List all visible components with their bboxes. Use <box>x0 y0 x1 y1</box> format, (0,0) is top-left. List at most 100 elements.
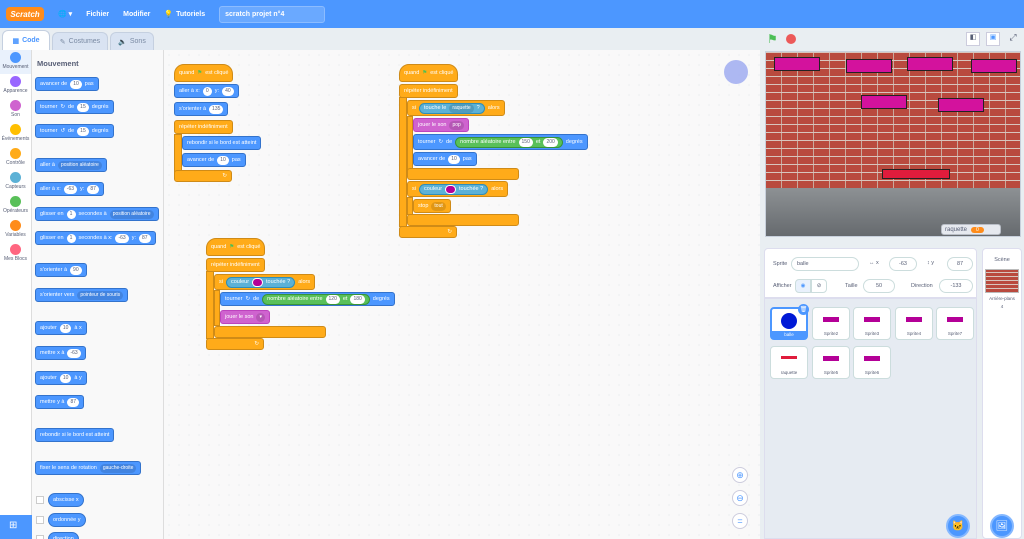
block-play-sound[interactable]: jouer le son pop <box>413 118 469 132</box>
sound-dropdown[interactable]: ▾ <box>256 312 265 322</box>
sprite-tile-sprite3[interactable]: Sprite3 <box>853 307 891 340</box>
category-control[interactable]: Contrôle <box>0 146 31 170</box>
project-title-input[interactable]: scratch projet n°4 <box>219 5 326 23</box>
sprite-brick[interactable] <box>971 59 1017 73</box>
sprite-brick[interactable] <box>907 57 953 71</box>
category-events[interactable]: Événements <box>0 122 31 146</box>
y-input[interactable]: 87 <box>947 257 973 271</box>
direction-input[interactable]: -133 <box>939 279 973 293</box>
globe-icon[interactable]: 🌐 ▾ <box>58 10 72 18</box>
block-forever[interactable]: répéter indéfiniment <box>399 84 458 98</box>
category-looks[interactable]: Apparence <box>0 74 31 98</box>
block-input[interactable]: 40 <box>222 86 234 96</box>
block-if[interactable]: si touche le raquette? alors <box>407 100 505 116</box>
block-input[interactable]: 135 <box>209 104 224 114</box>
delete-icon[interactable]: 🗑 <box>798 304 809 315</box>
block-if[interactable]: si couleur touchée ? alors <box>214 274 316 290</box>
zoom-reset-button[interactable]: = <box>732 513 748 529</box>
block-point-direction[interactable]: s'orienter à 90 <box>35 263 87 277</box>
block-input[interactable]: -63 <box>67 348 81 358</box>
menu-edit[interactable]: Modifier <box>123 11 150 18</box>
block-input[interactable]: 10 <box>217 155 229 165</box>
block-input[interactable]: 15 <box>77 126 89 136</box>
sprite-tile-sprite4[interactable]: Sprite4 <box>895 307 933 340</box>
block-input[interactable]: 90 <box>70 265 82 275</box>
block-if[interactable]: si couleur touchée ? alors <box>407 181 509 197</box>
sprite-tile-sprite7[interactable]: Sprite7 <box>936 307 974 340</box>
block-touching-color[interactable]: couleur touchée ? <box>225 276 296 288</box>
stage-canvas[interactable] <box>765 51 1021 237</box>
stage-panel[interactable]: Scène Arrière-plans 4 <box>982 248 1022 539</box>
small-stage-button[interactable]: ◧ <box>966 32 980 46</box>
category-variables[interactable]: Variables <box>0 218 31 242</box>
block-direction[interactable]: direction <box>48 532 79 539</box>
block-move-steps[interactable]: avancer de 10 pas <box>35 77 99 91</box>
zoom-in-button[interactable]: ⊕ <box>732 467 748 483</box>
size-input[interactable]: 50 <box>863 279 895 293</box>
add-sprite-button[interactable]: 🐱 <box>946 514 970 538</box>
block-go-to[interactable]: aller à position aléatoire <box>35 158 107 172</box>
block-change-x[interactable]: ajouter 10 à x <box>35 321 87 335</box>
block-input[interactable]: 10 <box>70 79 82 89</box>
block-touching-color[interactable]: couleur touchée ? <box>418 183 489 195</box>
stop-button[interactable] <box>785 34 796 44</box>
category-myblocks[interactable]: Mes Blocs <box>0 242 31 266</box>
sprite-tile-sprite2[interactable]: Sprite2 <box>812 307 850 340</box>
block-input[interactable]: 1 <box>66 233 76 243</box>
block-forever[interactable]: répéter indéfiniment <box>174 120 233 134</box>
block-dropdown[interactable]: pointeur de souris <box>77 290 124 300</box>
block-glide-to[interactable]: glisser en 1 secondes à position aléatoire <box>35 207 159 221</box>
script-area[interactable]: quand ⚑ est cliqué aller à x: 0 y: 40 s'orien… <box>164 50 760 539</box>
tab-code[interactable]: ▦ Code <box>2 30 50 50</box>
block-input[interactable]: 87 <box>87 184 99 194</box>
block-turn-right[interactable]: tourner ↻ de 15 degrés <box>35 100 114 114</box>
zoom-out-button[interactable]: ⊖ <box>732 490 748 506</box>
scratch-logo[interactable]: Scratch <box>6 7 44 21</box>
block-input[interactable]: 87 <box>139 233 151 243</box>
block-when-flag-clicked[interactable]: quand ⚑ est cliqué <box>399 64 459 82</box>
category-sensing[interactable]: Capteurs <box>0 170 31 194</box>
block-stop[interactable]: stop tout <box>413 199 451 213</box>
block-set-y[interactable]: mettre y à 87 <box>35 395 85 409</box>
block-glide-to-xy[interactable]: glisser en 1 secondes à x: -63 y: 87 <box>35 231 156 245</box>
block-turn-right[interactable]: tourner ↻ de nombre aléatoire entre 120 et 180… <box>220 292 395 306</box>
block-input[interactable]: 120 <box>325 294 340 304</box>
block-input[interactable]: 10 <box>59 373 72 383</box>
block-input[interactable]: 15 <box>77 102 89 112</box>
block-point-direction[interactable]: s'orienter à 135 <box>174 102 229 116</box>
block-y-position[interactable]: ordonnée y <box>48 513 86 527</box>
block-input[interactable]: -63 <box>63 184 78 194</box>
block-x-position[interactable]: abscisse x <box>48 493 84 507</box>
block-when-flag-clicked[interactable]: quand ⚑ est cliqué <box>206 238 266 256</box>
sprite-brick[interactable] <box>938 98 984 112</box>
add-extension-button[interactable]: ⊞ <box>0 515 32 539</box>
block-move-steps[interactable]: avancer de 10 pas <box>413 152 477 166</box>
color-swatch[interactable] <box>252 277 264 287</box>
sprite-name-input[interactable]: balle <box>791 257 859 271</box>
sprite-brick[interactable] <box>846 59 892 73</box>
block-input[interactable]: 200 <box>543 137 558 147</box>
block-rotation-style[interactable]: fixer le sens de rotation gauche-droite <box>35 461 142 475</box>
sprite-brick[interactable] <box>861 95 907 109</box>
block-dropdown[interactable]: position aléatoire <box>109 209 154 219</box>
block-bounce[interactable]: rebondir si le bord est atteint <box>182 136 262 150</box>
show-hidden-button[interactable]: ⊘ <box>811 279 827 293</box>
checkbox[interactable] <box>36 516 44 524</box>
block-input[interactable]: 150 <box>518 137 533 147</box>
block-go-to-xy[interactable]: aller à x: -63 y: 87 <box>35 182 104 196</box>
block-dropdown[interactable]: pop <box>449 120 464 130</box>
normal-stage-button[interactable]: ▣ <box>986 32 1000 46</box>
block-go-to-xy[interactable]: aller à x: 0 y: 40 <box>174 84 239 98</box>
green-flag-button[interactable]: ⚑ <box>767 32 778 46</box>
block-play-sound[interactable]: jouer le son ▾ <box>220 310 270 324</box>
block-move-steps[interactable]: avancer de 10 pas <box>182 153 246 167</box>
sprite-tile-sprite6[interactable]: Sprite6 <box>853 346 891 379</box>
block-dropdown[interactable]: gauche-droite <box>99 463 137 473</box>
menu-file[interactable]: Fichier <box>86 11 109 18</box>
block-input[interactable]: 10 <box>59 323 72 333</box>
block-turn-left[interactable]: tourner ↺ de 15 degrés <box>35 124 114 138</box>
checkbox[interactable] <box>36 496 44 504</box>
sprite-brick[interactable] <box>774 57 820 71</box>
tab-costumes[interactable]: ✎ Costumes <box>52 32 108 50</box>
block-input[interactable]: 10 <box>448 154 460 164</box>
